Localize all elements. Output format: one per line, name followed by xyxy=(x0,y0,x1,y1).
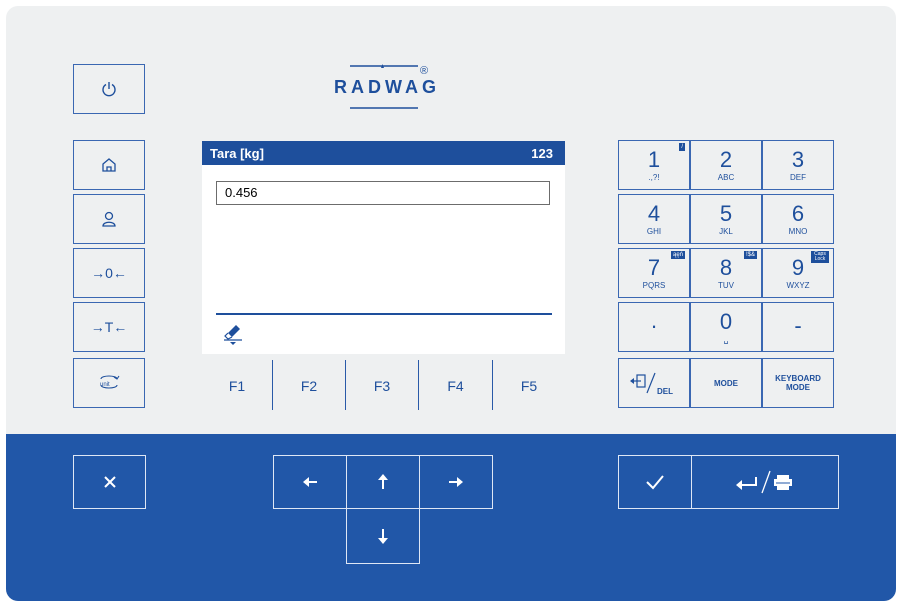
f3-key[interactable]: F3 xyxy=(346,362,418,410)
arrow-right-button[interactable] xyxy=(419,455,493,509)
f4-key[interactable]: F4 xyxy=(419,362,492,410)
enter-print-icon xyxy=(736,470,792,494)
eraser-icon xyxy=(224,325,242,345)
close-icon xyxy=(103,476,116,488)
key-9-sub: WXYZ xyxy=(786,281,810,290)
key-4-sub: GHI xyxy=(646,227,662,236)
unit-icon: unit xyxy=(100,375,120,389)
keyboard-mode-key[interactable]: KEYBOARD MODE xyxy=(762,358,834,408)
key-2-main: 2 xyxy=(719,147,733,172)
f5-key[interactable]: F5 xyxy=(493,362,565,410)
eraser-button[interactable] xyxy=(222,321,248,350)
home-icon xyxy=(102,158,116,172)
user-icon xyxy=(102,211,116,227)
arrow-down-icon xyxy=(378,529,388,544)
key-decimal-main: · xyxy=(650,313,658,338)
display-screen: Tara [kg] 123 0.456 xyxy=(202,141,565,354)
arrow-up-button[interactable] xyxy=(346,455,420,509)
key-6-main: 6 xyxy=(791,201,805,226)
confirm-button[interactable] xyxy=(618,455,692,509)
power-icon xyxy=(102,82,116,97)
key-delete[interactable]: DEL xyxy=(618,358,690,408)
delete-icon xyxy=(630,372,656,394)
power-button[interactable] xyxy=(73,64,145,114)
arrow-up-icon xyxy=(378,474,388,489)
key-5-main: 5 xyxy=(719,201,733,226)
tare-value-input[interactable]: 0.456 xyxy=(216,181,550,205)
key-2-sub: ABC xyxy=(717,173,735,182)
key-decimal-point[interactable]: · xyxy=(618,302,690,352)
key-3[interactable]: 3 DEF xyxy=(762,140,834,190)
key-3-main: 3 xyxy=(791,147,805,172)
key-6-sub: MNO xyxy=(788,227,808,236)
key-4-main: 4 xyxy=(647,201,661,226)
key-1[interactable]: 1 .,?! / xyxy=(618,140,690,190)
enter-print-button[interactable] xyxy=(691,455,839,509)
arrow-right-icon xyxy=(449,477,463,487)
user-button[interactable] xyxy=(73,194,145,244)
key-7-badge: ąęń xyxy=(670,251,685,259)
key-1-badge: / xyxy=(679,143,685,151)
unit-button[interactable]: unit xyxy=(73,358,145,408)
zero-label: →0← xyxy=(91,265,127,281)
check-icon xyxy=(646,475,664,490)
key-minus[interactable]: - xyxy=(762,302,834,352)
key-7-sub: PQRS xyxy=(642,281,666,290)
key-3-sub: DEF xyxy=(790,173,806,182)
screen-header: Tara [kg] 123 xyxy=(202,141,565,165)
key-7[interactable]: 7 PQRS ąęń xyxy=(618,248,690,298)
cancel-button[interactable] xyxy=(73,455,146,509)
key-1-sub: .,?! xyxy=(648,173,660,182)
home-button[interactable] xyxy=(73,140,145,190)
tare-button[interactable]: →T← xyxy=(73,302,145,352)
mode-key[interactable]: MODE xyxy=(690,358,762,408)
keyboard-mode-label: KEYBOARD MODE xyxy=(775,374,821,392)
unit-sublabel: unit xyxy=(100,382,110,388)
key-0[interactable]: 0 ␣ xyxy=(690,302,762,352)
registered-mark: ® xyxy=(420,65,428,77)
logo-text: RADWAG xyxy=(334,77,440,97)
arrow-left-icon xyxy=(303,477,317,487)
f1-key[interactable]: F1 xyxy=(202,362,272,410)
mode-label: MODE xyxy=(714,378,738,388)
zero-button[interactable]: →0← xyxy=(73,248,145,298)
f2-key[interactable]: F2 xyxy=(273,362,345,410)
key-5[interactable]: 5 JKL xyxy=(690,194,762,244)
key-8[interactable]: 8 TUV !$& xyxy=(690,248,762,298)
radwag-logo: RADWAG ® xyxy=(320,62,440,112)
key-8-sub: TUV xyxy=(718,281,734,290)
key-minus-main: - xyxy=(794,313,802,338)
tare-label: →T← xyxy=(90,319,128,335)
arrow-down-button[interactable] xyxy=(346,508,420,564)
key-9-badge: Caps Lock xyxy=(811,251,829,263)
screen-title: Tara [kg] xyxy=(210,145,264,161)
key-4[interactable]: 4 GHI xyxy=(618,194,690,244)
input-mode-indicator: 123 xyxy=(531,145,553,161)
key-0-main: 0 xyxy=(719,309,733,334)
key-8-badge: !$& xyxy=(743,251,757,259)
key-5-sub: JKL xyxy=(719,227,733,236)
screen-divider xyxy=(216,313,552,315)
key-6[interactable]: 6 MNO xyxy=(762,194,834,244)
key-0-space: ␣ xyxy=(723,335,729,344)
del-label: DEL xyxy=(657,387,673,396)
arrow-left-button[interactable] xyxy=(273,455,347,509)
key-2[interactable]: 2 ABC xyxy=(690,140,762,190)
key-9[interactable]: 9 WXYZ Caps Lock xyxy=(762,248,834,298)
